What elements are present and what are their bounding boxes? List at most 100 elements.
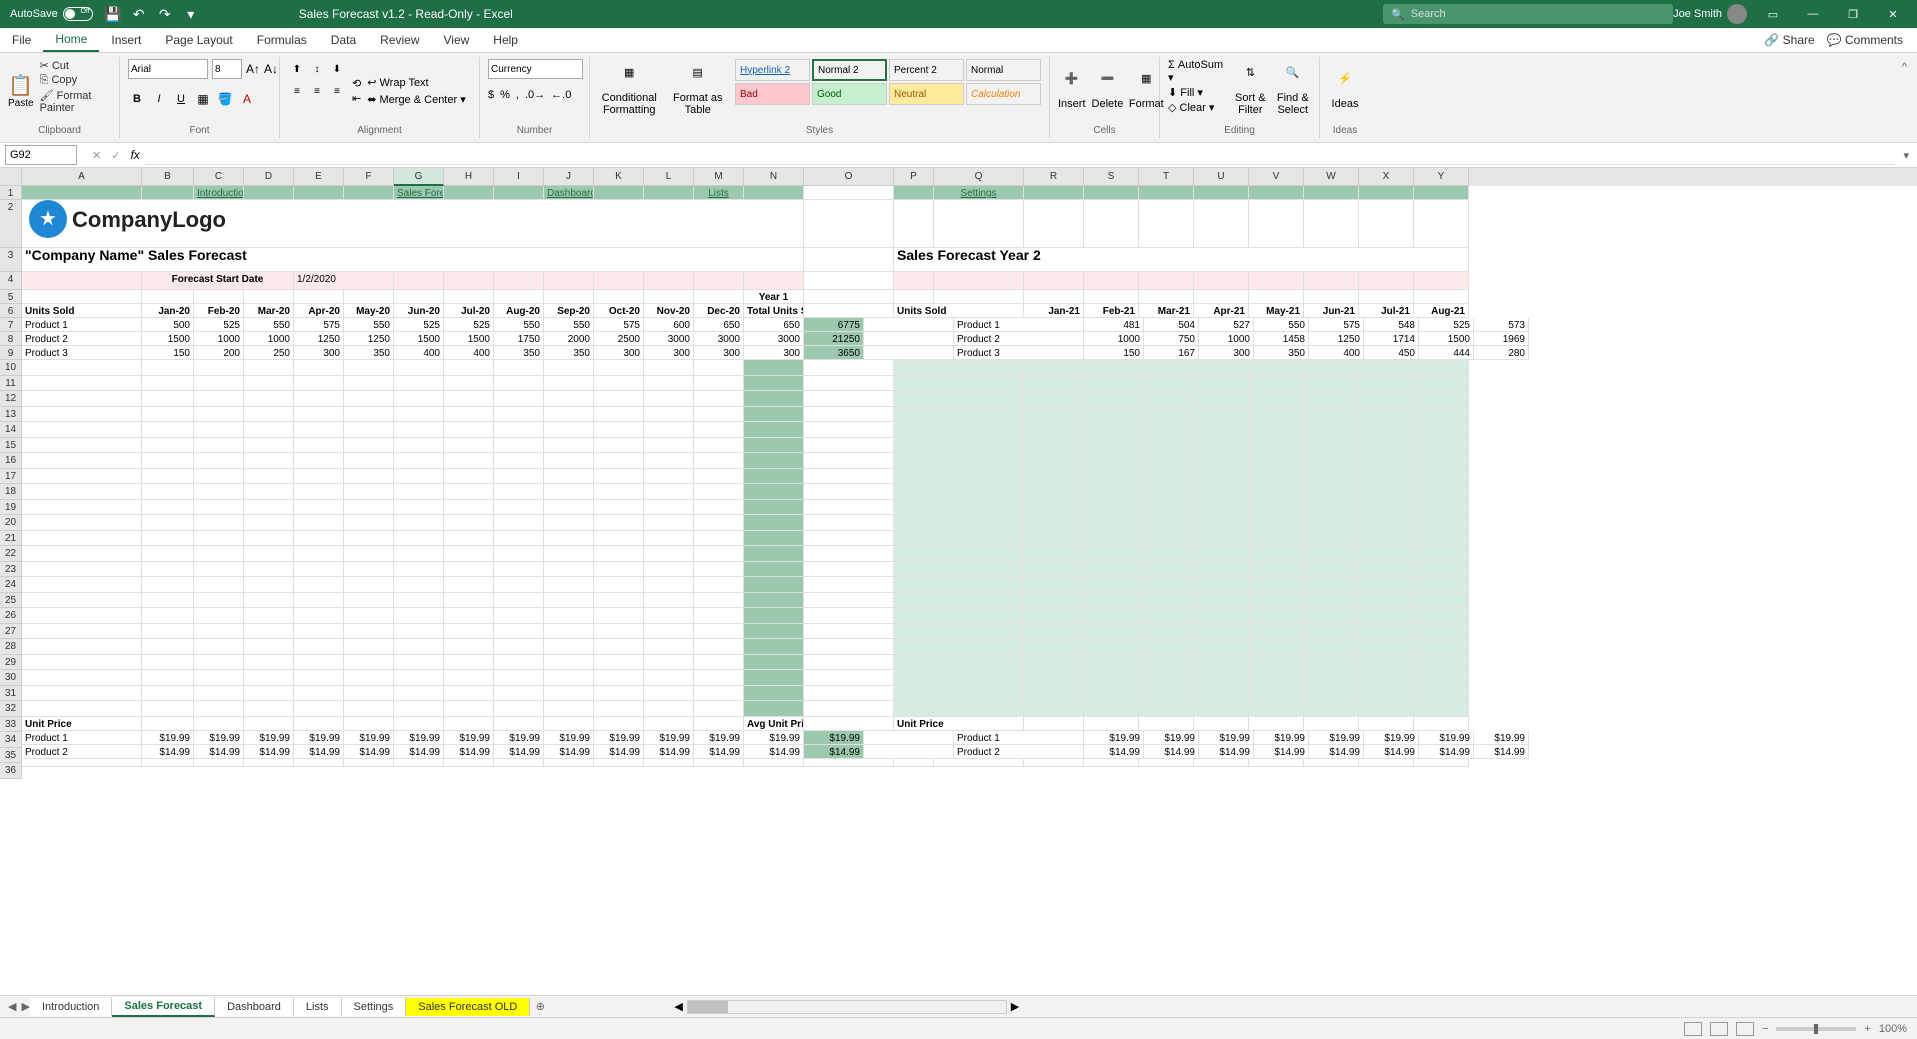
tab-home[interactable]: Home	[43, 28, 99, 52]
cell[interactable]	[594, 670, 644, 686]
cell[interactable]: Product 2	[954, 332, 1084, 346]
ribbon-display-icon[interactable]: ▭	[1759, 0, 1787, 28]
cell[interactable]	[1139, 639, 1194, 655]
cell[interactable]	[594, 391, 644, 407]
cell[interactable]	[142, 531, 194, 547]
cell[interactable]	[644, 438, 694, 454]
cell[interactable]	[1194, 272, 1249, 290]
cell[interactable]	[444, 272, 494, 290]
cell[interactable]: Product 1	[22, 731, 142, 745]
cell[interactable]	[1024, 686, 1084, 702]
cell[interactable]	[1249, 515, 1304, 531]
cell[interactable]	[1414, 376, 1469, 392]
cell[interactable]	[1139, 469, 1194, 485]
cell[interactable]: $19.99	[394, 731, 444, 745]
cell[interactable]	[804, 248, 894, 272]
cell[interactable]	[1414, 360, 1469, 376]
cell[interactable]: 300	[694, 346, 744, 360]
cell[interactable]: 300	[744, 346, 804, 360]
cell[interactable]	[1084, 469, 1139, 485]
cell[interactable]: $14.99	[142, 745, 194, 759]
insert-cells-button[interactable]: ➕Insert	[1058, 59, 1086, 123]
cell[interactable]	[894, 500, 1024, 516]
cell[interactable]	[594, 531, 644, 547]
cell[interactable]: Forecast Start Date	[142, 272, 294, 290]
cell[interactable]	[344, 407, 394, 423]
tab-review[interactable]: Review	[368, 29, 431, 51]
cancel-formula-icon[interactable]: ✕	[92, 149, 101, 162]
cell[interactable]	[1024, 376, 1084, 392]
cell[interactable]	[1359, 655, 1414, 671]
cell[interactable]	[1249, 670, 1304, 686]
cell[interactable]: $19.99	[244, 731, 294, 745]
comma-icon[interactable]: ,	[516, 89, 519, 101]
cell[interactable]	[1024, 391, 1084, 407]
cell[interactable]	[1249, 759, 1304, 767]
cell[interactable]	[394, 484, 444, 500]
cell[interactable]	[344, 608, 394, 624]
cell[interactable]	[744, 391, 804, 407]
cell[interactable]	[1139, 290, 1194, 304]
cell[interactable]	[394, 562, 444, 578]
cell[interactable]	[1194, 686, 1249, 702]
cell[interactable]	[544, 484, 594, 500]
cell[interactable]	[494, 577, 544, 593]
cell[interactable]	[244, 608, 294, 624]
comments-button[interactable]: 💬 Comments	[1827, 33, 1903, 47]
cell[interactable]: $14.99	[444, 745, 494, 759]
cell[interactable]	[22, 290, 142, 304]
cell[interactable]	[22, 500, 142, 516]
cell[interactable]	[694, 391, 744, 407]
cell[interactable]	[594, 484, 644, 500]
cell[interactable]	[22, 391, 142, 407]
cell[interactable]	[694, 759, 744, 767]
cell[interactable]	[194, 670, 244, 686]
cell[interactable]	[444, 593, 494, 609]
cell[interactable]	[1194, 391, 1249, 407]
cell[interactable]	[1024, 360, 1084, 376]
cell[interactable]: $19.99	[294, 731, 344, 745]
cell[interactable]	[1139, 655, 1194, 671]
page-layout-view-icon[interactable]	[1710, 1022, 1728, 1036]
cell[interactable]	[22, 484, 142, 500]
col-header-A[interactable]: A	[22, 168, 142, 186]
cell[interactable]: 527	[1199, 318, 1254, 332]
col-header-N[interactable]: N	[744, 168, 804, 186]
cell[interactable]	[894, 186, 934, 200]
cell[interactable]	[494, 562, 544, 578]
cell[interactable]	[894, 701, 1024, 717]
cell[interactable]	[744, 438, 804, 454]
tab-view[interactable]: View	[432, 29, 482, 51]
cell[interactable]	[1194, 562, 1249, 578]
cell[interactable]	[804, 562, 894, 578]
cell[interactable]	[244, 438, 294, 454]
cell[interactable]	[294, 686, 344, 702]
cell[interactable]	[1024, 500, 1084, 516]
cell[interactable]	[694, 670, 744, 686]
cell[interactable]	[22, 376, 142, 392]
cell[interactable]	[494, 376, 544, 392]
cell[interactable]	[294, 531, 344, 547]
cell[interactable]	[1414, 670, 1469, 686]
cell[interactable]: 2500	[594, 332, 644, 346]
cell[interactable]	[494, 701, 544, 717]
cell[interactable]	[694, 624, 744, 640]
cell[interactable]	[344, 515, 394, 531]
collapse-ribbon-icon[interactable]: ^	[1892, 57, 1917, 138]
cell[interactable]	[1084, 546, 1139, 562]
normal-view-icon[interactable]	[1684, 1022, 1702, 1036]
cell[interactable]	[744, 686, 804, 702]
cell[interactable]	[1024, 515, 1084, 531]
cell[interactable]: $14.99	[1084, 745, 1144, 759]
name-box[interactable]	[5, 145, 77, 165]
cell[interactable]	[344, 484, 394, 500]
cell[interactable]	[544, 624, 594, 640]
cell[interactable]: $19.99	[594, 731, 644, 745]
cell[interactable]: Mar-21	[1139, 304, 1194, 318]
cell[interactable]	[1359, 562, 1414, 578]
cell[interactable]	[142, 608, 194, 624]
row-header-9[interactable]: 9	[0, 346, 22, 360]
cell[interactable]	[1414, 577, 1469, 593]
cell[interactable]	[594, 624, 644, 640]
cell[interactable]: Sep-20	[544, 304, 594, 318]
